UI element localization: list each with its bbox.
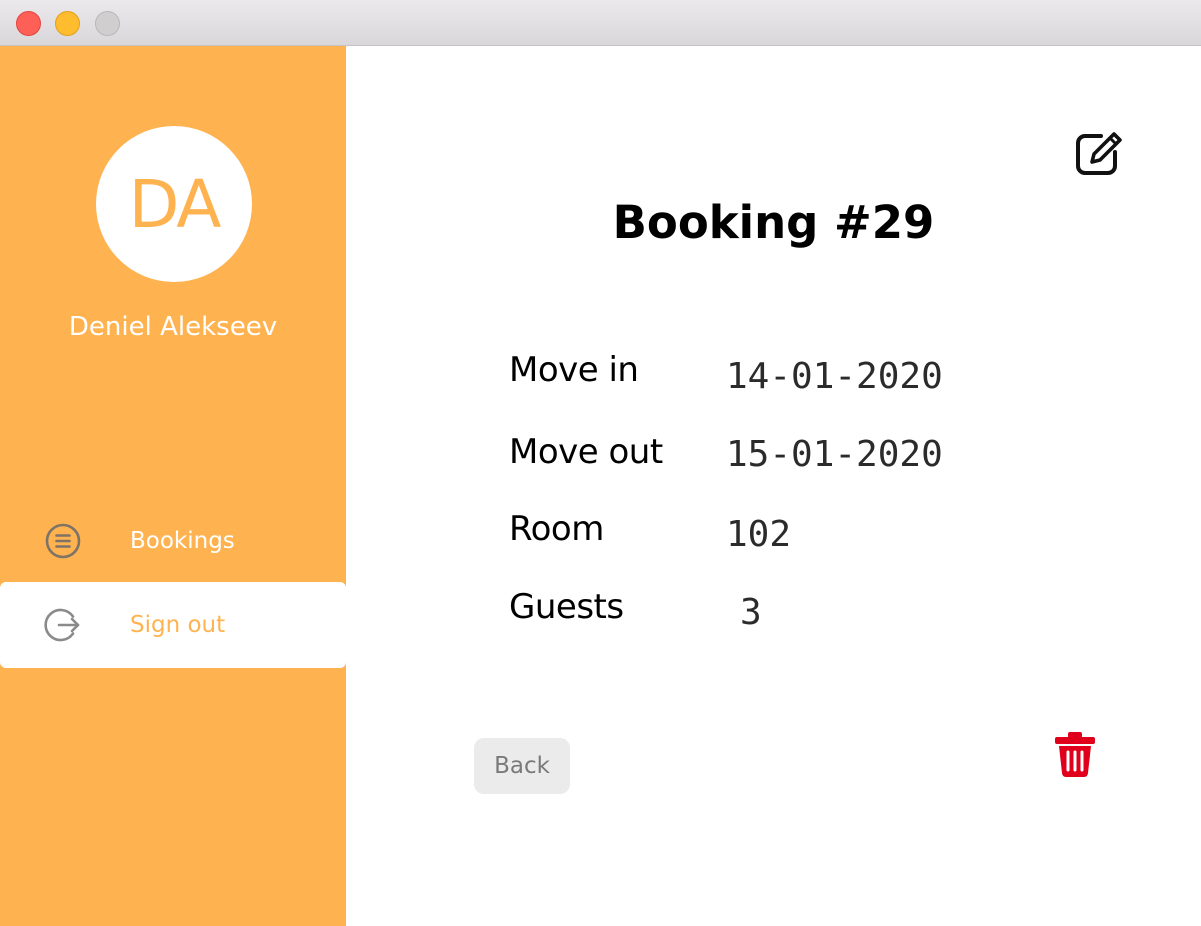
window-titlebar: [0, 0, 1201, 46]
move-out-value: 15-01-2020: [726, 434, 943, 475]
sidebar-item-sign-out[interactable]: Sign out: [0, 582, 346, 668]
sidebar-item-label: Sign out: [130, 612, 226, 638]
guests-value: 3: [740, 592, 762, 633]
window-minimize-button[interactable]: [55, 11, 80, 36]
guests-label: Guests: [509, 587, 624, 627]
sidebar-item-bookings[interactable]: Bookings: [0, 498, 346, 584]
move-out-label: Move out: [509, 432, 663, 472]
sign-out-icon: [44, 608, 80, 642]
edit-icon[interactable]: [1074, 129, 1124, 177]
room-value: 102: [726, 514, 792, 555]
user-name: Deniel Alekseev: [68, 312, 278, 342]
sidebar-item-label: Bookings: [130, 528, 235, 554]
window-close-button[interactable]: [16, 11, 41, 36]
sidebar: DA Deniel Alekseev Bookings Sign out: [0, 46, 346, 926]
trash-icon[interactable]: [1053, 731, 1097, 777]
room-label: Room: [509, 509, 604, 549]
avatar-initials: DA: [128, 165, 222, 243]
avatar: DA: [96, 126, 252, 282]
page-title: Booking #29: [612, 196, 935, 249]
move-in-value: 14-01-2020: [726, 356, 943, 397]
back-button[interactable]: Back: [474, 738, 570, 794]
list-circle-icon: [45, 523, 81, 559]
window-zoom-button[interactable]: [95, 11, 120, 36]
move-in-label: Move in: [509, 350, 639, 390]
